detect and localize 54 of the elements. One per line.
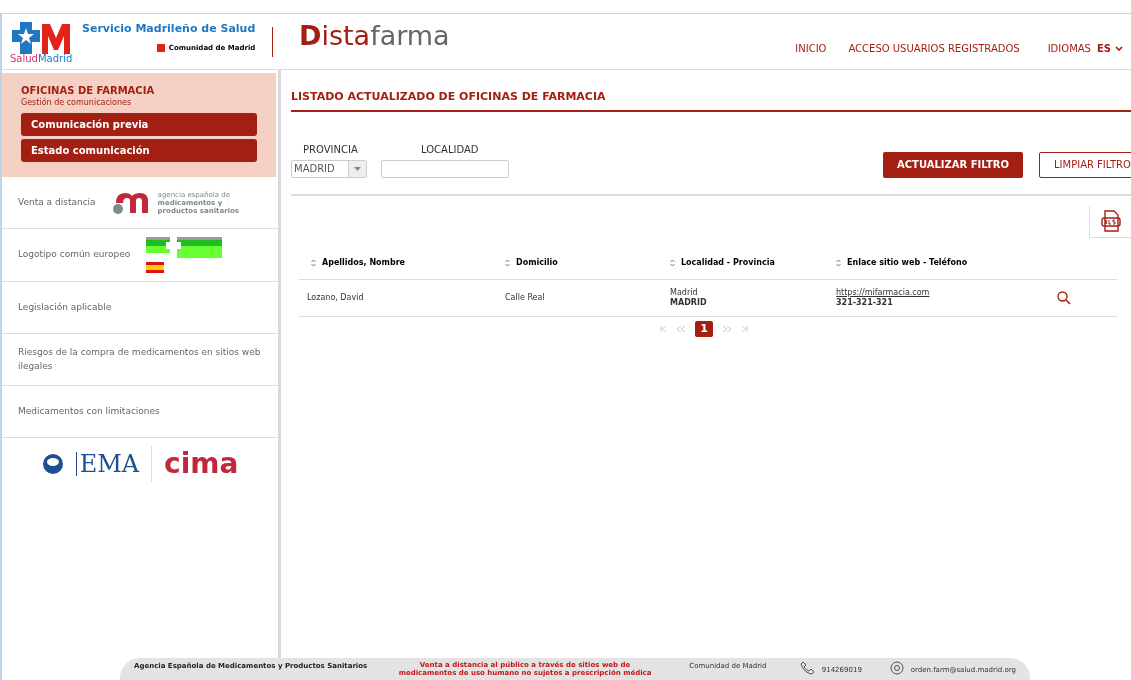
table-cell: 321-321-321 [836,298,893,308]
locality-field[interactable] [381,159,509,178]
ema-logo: EMA [75,452,140,476]
table-cell-text: MADRID [670,298,708,308]
health-logo-text: SaludMadrid [10,53,73,64]
table-cell-text: Madrid [670,288,699,298]
brand-title: Servicio Madrileño de Salud [82,20,256,37]
sidebar-link[interactable]: Medicamentos con limitaciones [18,404,160,419]
language-label: IDIOMAS [1047,42,1091,56]
last-page-icon [741,326,748,332]
field-label: LOCALIDAD [420,142,479,157]
section-subtitle: Gestión de comunicaciones [21,97,133,109]
page-button[interactable]: 1 [695,321,713,337]
sort-icon [311,259,316,268]
region-flag-icon [156,44,165,53]
cima-logo: cima [164,450,239,478]
xls-file-icon [1100,210,1121,232]
website-link[interactable]: https://mifarmacia.com [836,288,930,298]
clear-filter-button[interactable]: LIMPIAR FILTRO [1039,151,1131,178]
phone-icon [799,661,816,675]
dropdown-arrow-icon [354,166,361,171]
sidebar-button[interactable]: Comunicación previa [21,113,257,136]
field-label: PROVINCIA [302,142,358,157]
nav-link[interactable]: INICIO [795,41,827,56]
sort-icon [505,259,510,268]
table-cell: Lozano, David [307,293,364,302]
page-title: LISTADO ACTUALIZADO DE OFICINAS DE FARMACIA [291,89,1131,112]
sidebar-link[interactable]: Riesgos de la compra de medicamentos en sitios web ilegales [18,346,262,373]
section-title: OFICINAS DE FARMACIA [21,85,156,97]
sidebar-link[interactable]: Logotipo común europeo [18,248,131,262]
sort-icon [836,259,841,268]
globe-logo-icon [41,453,64,475]
province-select[interactable]: MADRID [291,159,367,178]
export-xls-button[interactable] [1089,205,1131,238]
nav-link[interactable]: ACCESO USUARIOS REGISTRADOS [848,41,1020,56]
previous-page-icon [677,326,685,332]
column-header[interactable]: Enlace sitio web - Teléfono [836,257,968,270]
eu-common-logo-icon [146,237,223,273]
sidebar-button[interactable]: Estado comunicación [21,139,257,162]
language-selector[interactable]: ES [1096,41,1123,56]
first-page-icon [660,326,667,332]
chevron-down-icon [1115,45,1123,52]
table-cell: Calle Real [505,293,545,302]
column-header[interactable]: Localidad - Provincia [670,257,775,270]
app-logo: Distafarma [299,22,450,49]
sidebar-link[interactable]: Venta a distancia [18,195,96,210]
next-page-icon [723,326,731,332]
sidebar-link[interactable]: Legislación aplicable [18,300,112,315]
sort-icon [670,259,675,268]
search-icon[interactable] [1057,291,1071,305]
column-header[interactable]: Apellidos, Nombre [311,257,405,270]
email-icon [888,661,905,675]
column-header[interactable]: Domicilio [505,257,558,270]
apply-filter-button[interactable]: ACTUALIZAR FILTRO [883,151,1023,178]
